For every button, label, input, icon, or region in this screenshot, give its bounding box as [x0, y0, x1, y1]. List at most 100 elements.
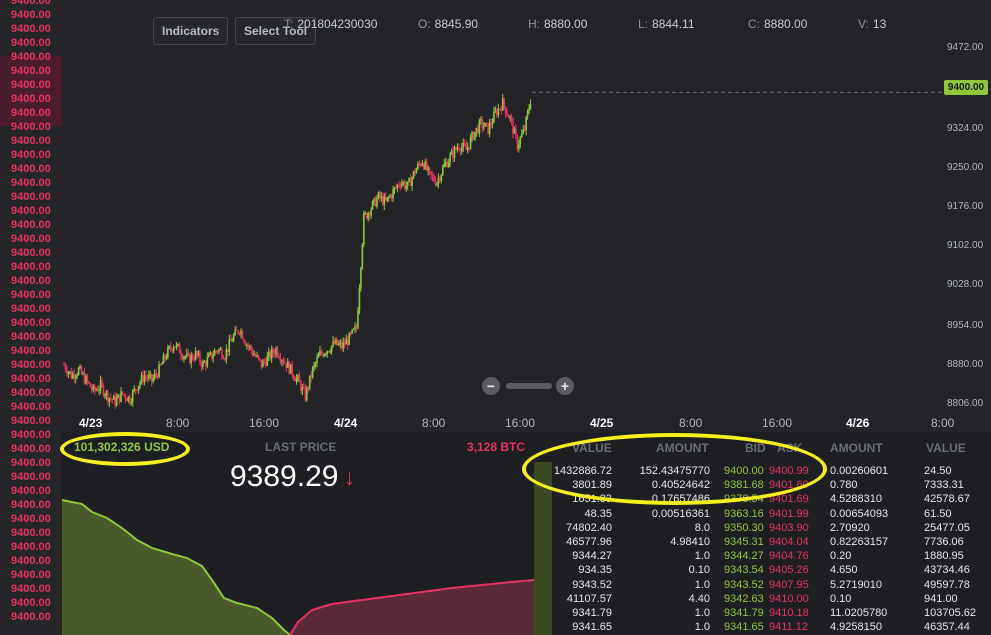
candle-body — [487, 122, 489, 134]
book-row[interactable]: 48.35 0.00516361 9363.16 9401.99 0.00654093 6… — [534, 507, 991, 521]
candle-body — [526, 111, 529, 118]
candle-body — [199, 353, 201, 363]
book-row[interactable]: 934.35 0.10 9343.54 9405.26 4.650 43734.46 — [534, 563, 991, 577]
candle-body — [193, 359, 195, 361]
book-cell-val: 9343.52 — [572, 578, 612, 591]
zoom-in-button[interactable]: + — [556, 377, 574, 395]
t-value: 201804230030 — [297, 17, 378, 31]
candle-body — [420, 164, 422, 166]
book-cell-amt2: 0.780 — [830, 479, 858, 492]
book-cell-bid: 9344.27 — [724, 550, 764, 563]
candle-body — [153, 373, 156, 378]
candle-body — [361, 244, 364, 268]
book-cell-bid: 9363.16 — [724, 507, 764, 520]
candle-body — [196, 351, 198, 356]
candle-body — [415, 169, 418, 174]
candle-body — [222, 358, 225, 360]
indicators-button[interactable]: Indicators — [153, 17, 229, 45]
candle-body — [234, 329, 236, 336]
book-cell-amt2: 5.2719010 — [830, 578, 882, 591]
candle-body — [493, 111, 495, 123]
book-row[interactable]: 46577.96 4.98410 9345.31 9404.04 0.82263157 7… — [534, 535, 991, 549]
book-cell-amt: 1.0 — [694, 621, 710, 634]
candle-body — [124, 394, 127, 399]
candle-body — [433, 176, 435, 182]
price-chart[interactable]: Indicators Select Tool T: 201804230030 O:… — [62, 0, 991, 432]
candle-body — [300, 381, 302, 392]
book-row[interactable]: 41107.57 4.40 9342.63 9410.00 0.10 941.00 — [534, 592, 991, 606]
book-row[interactable]: 9341.79 1.0 9341.79 9410.18 11.0205780 103705… — [534, 606, 991, 620]
book-row[interactable]: 9341.65 1.0 9341.65 9411.12 4.9258150 46357.4… — [534, 620, 991, 634]
book-row[interactable]: 9343.52 1.0 9343.52 9407.95 5.2719010 49597.7… — [534, 578, 991, 592]
candle-body — [458, 147, 460, 149]
candle-body — [431, 175, 434, 177]
candle-body — [519, 137, 522, 145]
down-arrow-icon: ↓ — [344, 465, 355, 490]
ladder-price: 9400.00 — [11, 485, 51, 497]
candle-body — [504, 106, 507, 114]
zoom-slider[interactable] — [506, 383, 552, 389]
book-cell-amt2: 0.00260601 — [830, 465, 889, 477]
candle-body — [235, 329, 238, 331]
candle-body — [143, 375, 146, 382]
candle-body — [63, 364, 65, 366]
zoom-out-button[interactable]: − — [482, 377, 500, 395]
candle-body — [379, 192, 381, 199]
candle-body — [408, 178, 410, 182]
candle-body — [101, 380, 103, 386]
ladder-price: 9400.00 — [11, 177, 51, 189]
o-label: O: — [418, 17, 431, 31]
candle-body — [363, 213, 365, 245]
book-cell-amt: 8.0 — [694, 521, 710, 534]
book-row[interactable]: 74802.40 8.0 9350.30 9403.90 2.70920 25477.05 — [534, 521, 991, 535]
candle-body — [477, 127, 479, 134]
candle-body — [99, 380, 102, 390]
candle-body — [314, 363, 317, 365]
candle-body — [327, 350, 330, 352]
candle-body — [380, 196, 383, 199]
book-cell-val2: 61.50 — [924, 507, 952, 520]
candle-body — [282, 360, 285, 363]
book-cell-bid: 9341.79 — [724, 607, 764, 619]
candle-body — [77, 368, 80, 375]
candle-body — [421, 163, 424, 166]
candle-body — [358, 288, 361, 311]
candle-body — [450, 150, 453, 155]
candle-body — [284, 362, 286, 364]
book-cell-val: 46577.96 — [566, 536, 612, 548]
candle-body — [292, 375, 295, 379]
candle-body — [110, 398, 112, 400]
ohlc-time: T: 201804230030 — [284, 17, 377, 31]
x-tick: 16:00 — [762, 416, 793, 430]
candle-body — [218, 349, 220, 352]
ladder-price: 9400.00 — [11, 65, 51, 77]
book-cell-ask: 9407.95 — [769, 578, 809, 591]
candle-body — [319, 351, 321, 356]
book-header: VALUE — [926, 441, 966, 455]
candle-body — [66, 369, 68, 374]
candle-body — [209, 352, 212, 355]
ladder-price: 9400.00 — [11, 51, 51, 63]
candle-body — [184, 356, 187, 358]
candle-body — [183, 356, 185, 359]
candle-body — [452, 150, 454, 158]
book-cell-val2: 25477.05 — [924, 521, 970, 534]
candle-body — [133, 388, 135, 391]
candle-body — [227, 349, 229, 352]
candle-body — [310, 375, 312, 378]
candle-body — [95, 389, 97, 391]
candle-body — [256, 355, 258, 357]
candle-body — [525, 117, 527, 131]
candle-body — [276, 348, 279, 356]
candle-body — [67, 372, 70, 374]
ohlc-volume: V: 13 — [858, 17, 886, 31]
candle-body — [148, 375, 150, 379]
book-cell-amt: 0.10 — [688, 564, 710, 577]
candle-body — [107, 391, 109, 402]
book-cell-amt2: 4.650 — [830, 564, 858, 577]
candle-body — [357, 310, 359, 329]
candle-body — [150, 373, 153, 382]
candle-body — [303, 387, 305, 389]
book-row[interactable]: 9344.27 1.0 9344.27 9404.76 0.20 1880.95 — [534, 549, 991, 563]
candle-body — [79, 366, 81, 369]
